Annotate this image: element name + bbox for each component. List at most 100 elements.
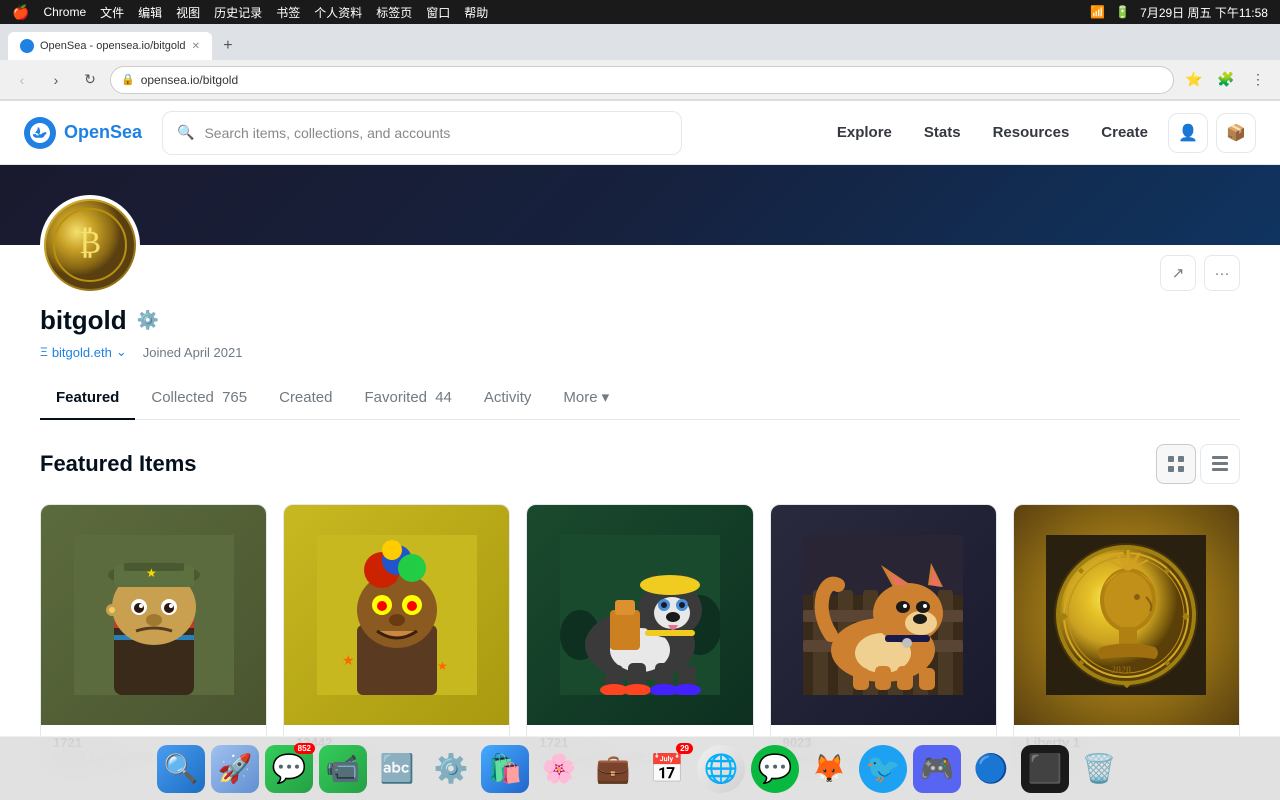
user-account-button[interactable]: 👤: [1168, 113, 1208, 153]
browser-chrome: OpenSea - opensea.io/bitgold ✕ + ‹ › ↻ 🔒…: [0, 24, 1280, 101]
nft-image-2: ★ ★: [284, 505, 509, 725]
tab-created[interactable]: Created: [263, 377, 348, 420]
reload-button[interactable]: ↻: [76, 66, 104, 94]
eth-address-text: bitgold.eth: [52, 345, 112, 360]
dock-chrome[interactable]: 🌐: [697, 745, 745, 793]
tab-close-button[interactable]: ✕: [192, 41, 200, 52]
featured-section: Featured Items: [0, 420, 1280, 773]
dock-calendar[interactable]: 📅 29: [643, 745, 691, 793]
dock-browser2[interactable]: 🔵: [967, 745, 1015, 793]
dock-appstore[interactable]: 🛍️: [481, 745, 529, 793]
dock-facetime[interactable]: 📹: [319, 745, 367, 793]
nav-resources[interactable]: Resources: [981, 116, 1082, 149]
nft-image-5: ◆ ◆ ◆ ◆ ◆ ◆ ◆ ◆: [1014, 505, 1239, 725]
tab-featured[interactable]: Featured: [40, 377, 135, 420]
header-nav: Explore Stats Resources Create 👤 📦: [825, 113, 1256, 153]
profile-actions: ↗ ···: [1160, 255, 1240, 291]
wifi-icon: 📶: [1090, 5, 1105, 19]
tab-favorited[interactable]: Favorited 44: [348, 377, 467, 420]
dock-wechat[interactable]: 💬: [751, 745, 799, 793]
bookmarks-star-button[interactable]: ⭐: [1180, 66, 1208, 94]
active-tab[interactable]: OpenSea - opensea.io/bitgold ✕: [8, 32, 212, 60]
dock-slack[interactable]: 💼: [589, 745, 637, 793]
view-menu[interactable]: 视图: [176, 4, 200, 21]
profile-banner: [0, 165, 1280, 245]
dock-photos[interactable]: 🌸: [535, 745, 583, 793]
dock-messages[interactable]: 💬 852: [265, 745, 313, 793]
favorited-count: 44: [435, 389, 452, 406]
tab-collected[interactable]: Collected 765: [135, 377, 263, 420]
settings-gear-icon[interactable]: ⚙️: [137, 310, 159, 331]
clock: 7月29日 周五 下午11:58: [1140, 4, 1268, 21]
dock-terminal[interactable]: ⬛: [1021, 745, 1069, 793]
svg-text:★: ★: [437, 659, 448, 673]
eth-address[interactable]: Ξ bitgold.eth ⌄: [40, 344, 127, 360]
nav-stats[interactable]: Stats: [912, 116, 973, 149]
mac-dock: 🔍 🚀 💬 852 📹 🔤 ⚙️ 🛍️ 🌸 💼 📅 29 🌐 💬 🦊 🐦 🎮 🔵…: [0, 736, 1280, 800]
file-menu[interactable]: 文件: [100, 4, 124, 21]
browser-action-buttons: ⭐ 🧩 ⋮: [1180, 66, 1272, 94]
svg-text:◆: ◆: [1078, 658, 1085, 667]
list-view-button[interactable]: [1200, 444, 1240, 484]
opensea-logo-icon: [24, 117, 56, 149]
dock-systemprefs[interactable]: ⚙️: [427, 745, 475, 793]
help-menu[interactable]: 帮助: [464, 4, 488, 21]
extensions-button[interactable]: 🧩: [1212, 66, 1240, 94]
mac-menus: 🍎 Chrome 文件 编辑 视图 历史记录 书签 个人资料 标签页 窗口 帮助: [12, 4, 488, 21]
nav-explore[interactable]: Explore: [825, 116, 904, 149]
nft-image-3: [527, 505, 752, 725]
dock-finder[interactable]: 🔍: [157, 745, 205, 793]
messages-badge: 852: [294, 743, 315, 754]
battery-icon: 🔋: [1115, 5, 1130, 19]
back-button[interactable]: ‹: [8, 66, 36, 94]
new-tab-button[interactable]: +: [214, 32, 242, 60]
nav-create[interactable]: Create: [1089, 116, 1160, 149]
address-bar[interactable]: 🔒 opensea.io/bitgold: [110, 66, 1174, 94]
window-menu[interactable]: 窗口: [426, 4, 450, 21]
tab-favicon: [20, 39, 34, 53]
profile-avatar: ₿: [40, 195, 140, 295]
apple-menu[interactable]: 🍎: [12, 4, 29, 21]
nft-card-5[interactable]: ◆ ◆ ◆ ◆ ◆ ◆ ◆ ◆: [1013, 504, 1240, 773]
forward-button[interactable]: ›: [42, 66, 70, 94]
dock-launchpad[interactable]: 🚀: [211, 745, 259, 793]
more-chevron-icon: ▾: [602, 388, 610, 406]
dock-discord[interactable]: 🎮: [913, 745, 961, 793]
grid-view-button[interactable]: [1156, 444, 1196, 484]
eth-dropdown-icon: ⌄: [116, 344, 127, 360]
svg-text:◆: ◆: [1078, 566, 1085, 575]
dock-fontbook[interactable]: 🔤: [373, 745, 421, 793]
tabs-menu[interactable]: 标签页: [376, 4, 412, 21]
dock-crypto[interactable]: 🦊: [805, 745, 853, 793]
profile-tabs: Featured Collected 765 Created Favorited…: [40, 376, 1240, 420]
tab-title: OpenSea - opensea.io/bitgold: [40, 40, 186, 52]
collected-count: 765: [222, 389, 247, 406]
menu-button[interactable]: ⋮: [1244, 66, 1272, 94]
browser-toolbar: ‹ › ↻ 🔒 opensea.io/bitgold ⭐ 🧩 ⋮: [0, 60, 1280, 100]
nft-card-4[interactable]: 9023 Bored Ape Kennel Club ✓ Price D Dri…: [770, 504, 997, 773]
profile-menu[interactable]: 个人资料: [314, 4, 362, 21]
history-menu[interactable]: 历史记录: [214, 4, 262, 21]
nft-image-4: [771, 505, 996, 725]
nft-card-3[interactable]: 1721 Bored Ape Kennel Club ✓ Price D Dri…: [526, 504, 753, 773]
opensea-logo[interactable]: OpenSea: [24, 117, 142, 149]
dock-twitter[interactable]: 🐦: [859, 745, 907, 793]
tab-activity[interactable]: Activity: [468, 377, 548, 420]
svg-text:◆: ◆: [1164, 658, 1171, 667]
edit-menu[interactable]: 编辑: [138, 4, 162, 21]
profile-details: bitgold ⚙️ Ξ bitgold.eth ⌄ Joined April …: [40, 245, 1240, 360]
opensea-page: OpenSea 🔍 Search items, collections, and…: [0, 101, 1280, 773]
nft-card-1[interactable]: ★: [40, 504, 267, 773]
chrome-menu[interactable]: Chrome: [43, 5, 86, 19]
more-options-button[interactable]: ···: [1204, 255, 1240, 291]
nft-card-2[interactable]: ★ ★ 13442 Mutant Ape Yacht Club ✓ Price …: [283, 504, 510, 773]
share-button[interactable]: ↗: [1160, 255, 1196, 291]
search-bar[interactable]: 🔍 Search items, collections, and account…: [162, 111, 682, 155]
section-header: Featured Items: [40, 444, 1240, 484]
tab-more[interactable]: More ▾: [547, 376, 625, 420]
dock-trash[interactable]: 🗑️: [1075, 745, 1123, 793]
search-icon: 🔍: [177, 124, 194, 141]
wallet-button[interactable]: 📦: [1216, 113, 1256, 153]
search-placeholder: Search items, collections, and accounts: [204, 125, 450, 141]
bookmarks-menu[interactable]: 书签: [276, 4, 300, 21]
